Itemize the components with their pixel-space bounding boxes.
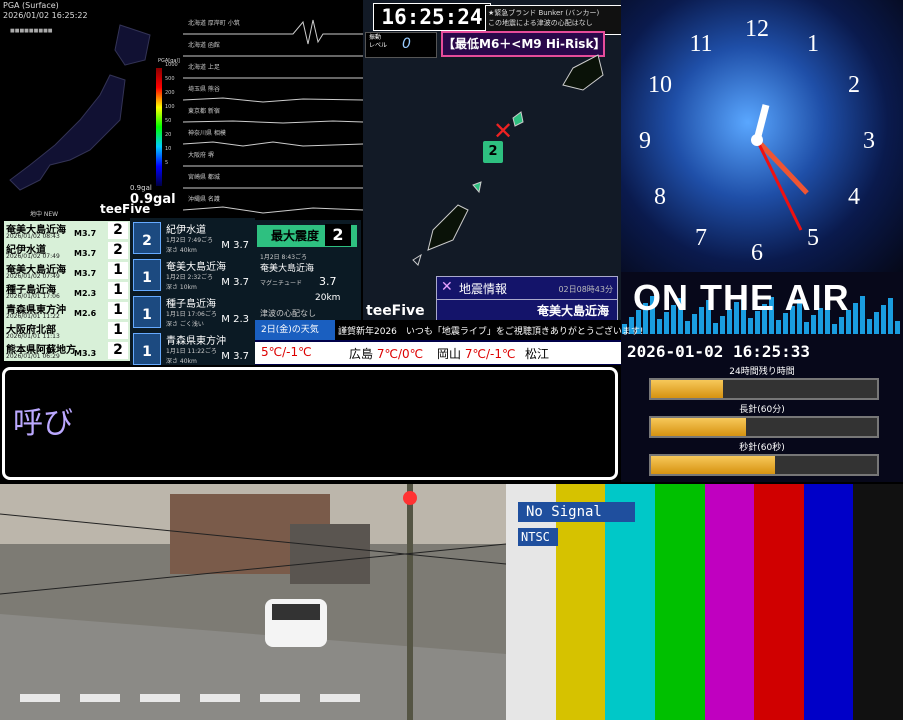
- mag-value: 3.7: [319, 275, 337, 288]
- clock-numeral: 5: [807, 225, 819, 251]
- color-bar: [704, 484, 756, 720]
- minute-hand: [755, 138, 809, 195]
- color-bar: [803, 484, 855, 720]
- spectrum-bar: [713, 323, 718, 334]
- progress-minute: [649, 416, 879, 438]
- waveform-panel: 北海道 厚岸町 小筑 北海道 函館 北海道 上足 埼玉県 熊谷 東京都 新宿 神…: [182, 0, 364, 220]
- quake-list: 奄美大島近海 2026/01/02 08:43 M3.7 2 紀伊水道 2026/01/0…: [0, 220, 130, 365]
- weather-city: 岡山 7℃/-1℃: [437, 347, 516, 361]
- spectrum-bar: [895, 321, 900, 334]
- on-air-datetime: 2026-01-02 16:25:33: [627, 342, 811, 361]
- weather-date: 2日(金)の天気: [255, 320, 335, 340]
- news-ticker: 謹賀新年2026 いつも「地震ライブ」をご視聴頂きありがとうございます!: [338, 327, 644, 337]
- spectrum-bar: [839, 317, 844, 334]
- spectrum-bar: [853, 303, 858, 334]
- tsunami-text: 津波の心配なし: [260, 309, 316, 318]
- pga-scale-labels: 1000 500 200 100 50 20 10 5: [165, 62, 178, 166]
- no-signal-label: No Signal: [518, 502, 635, 522]
- max-intensity-panel: 最大震度 2 1月2日 8:43ごろ 奄美大島近海 マグニチュード 3.7 20…: [255, 220, 361, 322]
- quake-list-item: 奄美大島近海 2026/01/02 08:43 M3.7 2: [4, 221, 130, 241]
- progress-24h: [649, 378, 879, 400]
- quake-list-item: 熊本県阿蘇地方 2026/01/01 06:29 M3.3 2: [4, 341, 130, 361]
- quake-detail-item: 1 青森県東方沖 1月1日 11:22ごろ 深さ 40km M 3.7: [130, 329, 255, 369]
- mag-label: マグニチュード: [260, 280, 303, 287]
- quake-list-item: 青森県東方沖 2026/01/01 11:22 M2.6 1: [4, 301, 130, 321]
- spectrum-bar: [685, 321, 690, 334]
- clock-numeral: 6: [751, 240, 763, 266]
- color-bar: [853, 484, 903, 720]
- spectrum-bar: [832, 324, 837, 334]
- quake-detail-item: 1 奄美大島近海 1月2日 2:32ごろ 深さ 10km M 3.7: [130, 255, 255, 295]
- color-bars: No Signal NTSC: [506, 484, 903, 720]
- bar-label: 24時間残り時間: [729, 367, 795, 377]
- pga-color-scale: [156, 68, 162, 186]
- quake-list-item: 奄美大島近海 2026/01/02 07:49 M3.7 1: [4, 261, 130, 281]
- station-intensity: 2: [483, 141, 503, 163]
- eq-info-header: ✕ 地震情報 02日08時43分: [436, 276, 618, 300]
- weather-city: 松江: [525, 347, 550, 361]
- quake-list-item: 種子島近海 2026/01/01 17:06 M2.3 1: [4, 281, 130, 301]
- color-bar: [754, 484, 805, 720]
- spectrum-bar: [776, 320, 781, 334]
- clock-numeral: 9: [639, 128, 651, 154]
- live-camera: [0, 484, 506, 720]
- clock-numeral: 11: [689, 31, 712, 57]
- progress-second: [649, 454, 879, 476]
- on-air-title: ON THE AIR: [633, 277, 850, 318]
- quake-detail-list: 2 紀伊水道 1月2日 7:49ごろ 深さ 40km M 3.7 1 奄美大島近海 1月2日 …: [130, 218, 255, 365]
- pga-current-small: 0.9gal: [130, 184, 152, 192]
- bar-label: 長針(60分): [739, 405, 785, 415]
- quake-list-item: 紀伊水道 2026/01/02 07:49 M3.7 2: [4, 241, 130, 261]
- clock-numeral: 7: [695, 225, 707, 251]
- spectrum-bar: [881, 305, 886, 334]
- analog-clock-panel: 12 1 2 3 4 5 6 7 8 9 10 11: [621, 0, 903, 272]
- clock-numeral: 2: [848, 72, 860, 98]
- quake-list-item: 大阪府北部 2026/01/01 11:13 1: [4, 321, 130, 341]
- clock-numeral: 8: [654, 184, 666, 210]
- weather-ticker: 2日(金)の天気 謹賀新年2026 いつも「地震ライブ」をご視聴頂きありがとうご…: [255, 320, 644, 365]
- map-brand: teeFive: [366, 303, 425, 319]
- epicenter-map-panel: 16:25:24 ★緊急ブランド Bunker (バンカー) この地震による津波…: [363, 0, 625, 345]
- caption-text: 呼び: [13, 406, 73, 441]
- weather-city: 広島 7℃/0℃: [349, 347, 424, 361]
- max-intensity-badge: 最大震度 2: [257, 224, 357, 247]
- second-hand: [755, 139, 803, 231]
- clock-numeral: 3: [863, 128, 875, 154]
- spectrum-bar: [804, 322, 809, 334]
- caption-box: 呼び: [2, 367, 618, 480]
- weather-city: 5℃/-1℃: [261, 345, 312, 359]
- color-bar: [654, 484, 706, 720]
- pga-notice: 地中 NEW: [30, 211, 59, 218]
- spectrum-bar: [748, 318, 753, 334]
- clock-numeral: 12: [745, 16, 769, 42]
- quake-detail-item: 1 種子島近海 1月1日 17:06ごろ 深さ ごく浅い M 2.3: [130, 292, 255, 332]
- depth-value: 20km: [315, 293, 341, 303]
- clock-face: 121234567891011: [639, 16, 875, 266]
- spectrum-bar: [888, 298, 893, 334]
- pga-brand: teeFive: [100, 202, 151, 216]
- bar-label: 秒針(60秒): [739, 443, 785, 453]
- clock-numeral: 10: [648, 72, 672, 98]
- cross-icon: ✕: [441, 279, 453, 295]
- street-scene: [0, 484, 506, 720]
- clock-numeral: 4: [848, 184, 860, 210]
- live-clock: 16:25:24: [373, 3, 491, 31]
- spectrum-bar: [874, 312, 879, 334]
- quake-detail-item: 2 紀伊水道 1月2日 7:49ごろ 深さ 40km M 3.7: [130, 218, 255, 258]
- clock-numeral: 1: [807, 31, 819, 57]
- islands-map: [412, 54, 604, 266]
- pga-panel: PGA (Surface) 2026/01/02 16:25:22 ■■■■■■…: [0, 0, 183, 220]
- max-time: 1月2日 8:43ごろ: [260, 254, 308, 261]
- spectrum-bar: [860, 296, 865, 334]
- max-region: 奄美大島近海: [260, 264, 315, 274]
- ntsc-label: NTSC: [518, 528, 558, 546]
- spectrum-bar: [867, 319, 872, 334]
- eq-info-region: 奄美大島近海: [436, 299, 618, 321]
- spectrum-bar: [657, 319, 662, 334]
- pga-legend: ■■■■■■■■■: [10, 28, 53, 34]
- on-air-panel: ON THE AIR 2026-01-02 16:25:33 24時間残り時間 …: [621, 272, 903, 482]
